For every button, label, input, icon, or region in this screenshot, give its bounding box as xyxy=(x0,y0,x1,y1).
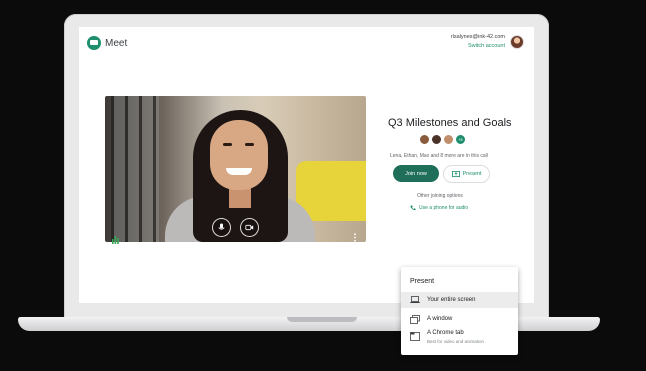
present-screen-icon xyxy=(451,171,460,177)
phone-audio-label: Use a phone for audio xyxy=(419,205,469,211)
account-area: rlsalynes@ink-42.com Switch account xyxy=(451,33,524,51)
present-button[interactable]: Present xyxy=(443,165,490,183)
app-name: Meet xyxy=(105,37,128,49)
present-button-label: Present xyxy=(462,171,482,177)
more-options-icon[interactable] xyxy=(353,229,357,247)
menu-item-label: Your entire screen xyxy=(427,297,476,303)
background-window xyxy=(111,96,159,242)
camera-toggle-button[interactable] xyxy=(240,218,259,237)
menu-item-label: A Chrome tab xyxy=(427,330,464,336)
participant-avatar xyxy=(443,134,454,145)
person-smile xyxy=(226,168,252,175)
join-now-button[interactable]: Join now xyxy=(393,165,439,182)
tab-icon xyxy=(410,332,420,341)
menu-item-window[interactable]: A window xyxy=(401,311,518,327)
switch-account-link[interactable]: Switch account xyxy=(451,42,505,51)
meet-logo-icon xyxy=(87,36,101,50)
account-avatar[interactable] xyxy=(510,35,524,49)
participant-avatar xyxy=(431,134,442,145)
audio-level-icon xyxy=(112,231,119,249)
window-icon xyxy=(410,314,420,324)
mic-toggle-button[interactable] xyxy=(212,218,231,237)
participants-text: Lena, Ethan, Max and 8 more are in this … xyxy=(390,153,488,159)
person-face xyxy=(210,120,268,190)
camera-icon xyxy=(245,224,254,231)
meeting-title: Q3 Milestones and Goals xyxy=(388,117,512,129)
account-email: rlsalynes@ink-42.com xyxy=(450,34,505,40)
menu-item-subtitle: Best for video and animation xyxy=(427,339,485,344)
camera-preview xyxy=(105,96,366,242)
present-menu-title: Present xyxy=(410,278,435,285)
menu-item-label: A window xyxy=(427,316,453,322)
phone-icon xyxy=(410,205,416,211)
laptop-icon xyxy=(410,296,420,303)
extra-participants-badge: +8 xyxy=(455,134,466,145)
menu-item-entire-screen[interactable]: Your entire screen xyxy=(401,292,518,308)
phone-audio-link[interactable]: Use a phone for audio xyxy=(410,205,468,211)
present-menu: Present Your entire screen A window A Ch… xyxy=(401,267,518,355)
laptop-notch xyxy=(287,317,357,322)
meet-logo: Meet xyxy=(87,36,127,50)
microphone-icon xyxy=(218,223,225,230)
other-joining-options: Other joining options xyxy=(417,193,463,199)
participant-avatar xyxy=(419,134,430,145)
menu-item-chrome-tab[interactable]: A Chrome tab Best for video and animatio… xyxy=(401,328,518,352)
participant-avatars: +8 xyxy=(419,134,466,145)
